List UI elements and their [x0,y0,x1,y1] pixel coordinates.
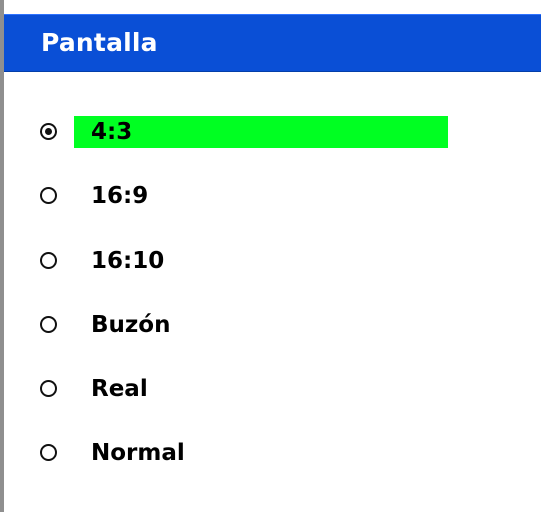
page-title: Pantalla [41,28,158,57]
title-bar: Pantalla [4,14,541,72]
radio-unselected-icon[interactable] [40,316,57,333]
radio-selected-icon[interactable] [40,123,57,140]
option-16-10[interactable]: 16:10 [40,243,460,283]
option-4-3[interactable]: 4:3 [40,114,460,154]
option-label-normal: Normal [91,440,185,466]
option-label-4-3: 4:3 [91,119,133,145]
option-normal[interactable]: Normal [40,435,460,475]
option-real[interactable]: Real [40,371,460,411]
radio-unselected-icon[interactable] [40,380,57,397]
option-buzon[interactable]: Buzón [40,307,460,347]
display-settings-panel: Pantalla 4:3 16:9 16:10 Buzón Real Norma… [0,0,541,512]
option-label-16-9: 16:9 [91,183,149,209]
option-label-real: Real [91,376,148,402]
radio-dot-icon [45,128,52,135]
selection-highlight: 4:3 [74,116,448,148]
option-16-9[interactable]: 16:9 [40,178,460,218]
option-label-16-10: 16:10 [91,248,165,274]
radio-unselected-icon[interactable] [40,252,57,269]
option-label-buzon: Buzón [91,312,171,338]
radio-unselected-icon[interactable] [40,444,57,461]
radio-unselected-icon[interactable] [40,187,57,204]
